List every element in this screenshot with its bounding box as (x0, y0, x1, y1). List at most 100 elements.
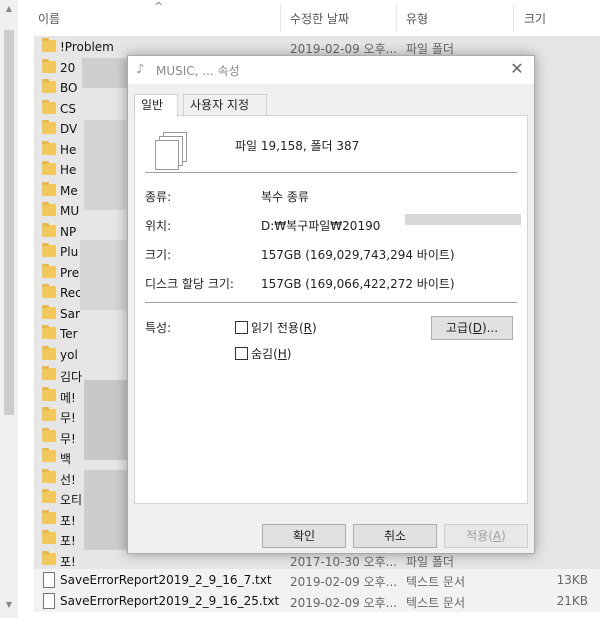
folder-icon (42, 58, 56, 73)
folder-icon (42, 222, 56, 237)
item-date: 2019-02-09 오후... (290, 595, 398, 610)
checkbox-box[interactable] (235, 321, 248, 334)
folder-icon (42, 345, 56, 360)
item-name: 20 (60, 60, 76, 75)
column-size[interactable]: 크기 (524, 10, 546, 27)
column-name[interactable]: 이름 (38, 10, 60, 27)
item-name: NP (60, 224, 77, 239)
selection-summary: 파일 19,158, 폴더 387 (235, 139, 360, 153)
item-type: 파일 폴더 (406, 554, 454, 569)
folder-icon (42, 120, 56, 134)
item-name: 오티 (60, 493, 83, 507)
list-item[interactable]: SaveErrorReport2019_2_9_16_25.txt 2019-02… (34, 589, 600, 612)
folder-icon (42, 489, 56, 503)
ok-button[interactable]: 확인 (262, 524, 346, 548)
item-date: 2019-02-09 오후... (290, 575, 398, 589)
item-name: 백 (60, 452, 72, 466)
type-value: 복수 종류 (261, 190, 309, 204)
folder-icon (42, 181, 56, 196)
item-name: SaveErrorReport2019_2_9_16_7.txt (60, 573, 272, 587)
item-size: 13KB (556, 573, 588, 587)
folder-icon (42, 263, 56, 278)
folder-icon (42, 79, 56, 93)
general-panel: 파일 19,158, 폴더 387 종류: 복수 종류 위치: D:₩복구파일₩… (134, 115, 528, 504)
item-name: 메! (60, 390, 76, 405)
column-separator[interactable] (396, 4, 397, 32)
redacted-region (84, 120, 126, 210)
scroll-up-icon[interactable]: ▲ (4, 4, 14, 14)
folder-icon (42, 448, 56, 462)
item-name: Rec (60, 286, 82, 300)
scrollbar-thumb[interactable] (4, 30, 14, 415)
redacted-region (405, 214, 521, 225)
item-date: 2017-10-30 오후... (290, 554, 398, 569)
redacted-region (84, 380, 128, 460)
checkbox-box[interactable] (235, 347, 248, 360)
column-type[interactable]: 유형 (406, 10, 428, 27)
item-name: 무! (60, 411, 76, 425)
apply-button[interactable]: 적용(A) (444, 524, 528, 548)
item-name: SaveErrorReport2019_2_9_16_25.txt (60, 593, 280, 608)
folder-icon (42, 509, 56, 524)
item-name: !Problem (60, 40, 114, 54)
text-file-icon (43, 572, 55, 588)
item-name: Sar (60, 306, 80, 321)
folder-icon (42, 407, 56, 421)
item-name: CS (60, 101, 76, 116)
list-item[interactable]: SaveErrorReport2019_2_9_16_7.txt 2019-02-… (34, 569, 600, 591)
folder-icon (42, 243, 56, 257)
close-icon[interactable]: ✕ (508, 59, 526, 79)
item-name: MU (60, 204, 80, 218)
multiple-files-icon (155, 132, 187, 170)
properties-dialog: ♪ MUSIC, ... 속성 ✕ 일반 사용자 지정 파일 19,158, 폴… (127, 55, 535, 554)
location-value[interactable]: D:₩복구파일₩20190 (261, 217, 380, 234)
folder-icon (42, 304, 56, 319)
folder-icon (42, 284, 56, 298)
item-name: 김다 (60, 370, 83, 384)
folder-icon (42, 468, 56, 483)
folder-icon (42, 325, 56, 339)
attributes-label: 특성: (145, 321, 172, 335)
location-label: 위치: (145, 219, 172, 233)
sort-ascending-icon: ^ (154, 0, 164, 13)
scroll-down-icon[interactable]: ▼ (4, 600, 14, 610)
item-name: 포! (60, 513, 76, 528)
redacted-region (80, 240, 126, 310)
music-folder-icon: ♪ (136, 62, 145, 77)
column-separator[interactable] (280, 4, 281, 32)
size-value: 157GB (169,029,743,294 바이트) (261, 248, 455, 262)
advanced-button[interactable]: 고급(D)... (431, 316, 513, 340)
folder-icon (42, 386, 56, 401)
folder-icon (42, 366, 56, 380)
column-separator[interactable] (513, 4, 514, 32)
item-name: 무! (60, 431, 76, 446)
item-name: DV (60, 122, 78, 136)
item-name: 포! (60, 554, 76, 569)
item-name: Me (60, 183, 78, 198)
column-modified[interactable]: 수정한 날짜 (290, 10, 349, 27)
item-name: Plu (60, 245, 79, 259)
item-name: 선! (60, 472, 76, 487)
divider (145, 302, 517, 303)
text-file-icon (43, 592, 55, 609)
tab-general[interactable]: 일반 (134, 94, 178, 118)
cancel-button[interactable]: 취소 (353, 524, 437, 548)
item-name: He (60, 142, 77, 157)
folder-icon (42, 38, 56, 52)
item-name: yol (60, 347, 78, 362)
tab-customize[interactable]: 사용자 지정 (183, 94, 267, 117)
column-header: ^ 이름 수정한 날짜 유형 크기 (30, 0, 600, 36)
dialog-titlebar[interactable]: ♪ MUSIC, ... 속성 ✕ (128, 56, 534, 84)
folder-icon (42, 99, 56, 114)
vertical-scrollbar[interactable]: ▲ ▼ (0, 0, 18, 618)
disk-size-label: 디스크 할당 크기: (145, 277, 234, 291)
hidden-checkbox[interactable]: 숨김(H) (235, 345, 291, 362)
folder-icon (42, 140, 56, 155)
readonly-checkbox[interactable]: 읽기 전용(R) (235, 319, 317, 336)
folder-icon (42, 202, 56, 216)
type-label: 종류: (145, 190, 172, 204)
item-name: He (60, 163, 77, 177)
size-label: 크기: (145, 248, 172, 262)
item-size: 21KB (556, 593, 588, 608)
folder-icon (42, 530, 56, 544)
